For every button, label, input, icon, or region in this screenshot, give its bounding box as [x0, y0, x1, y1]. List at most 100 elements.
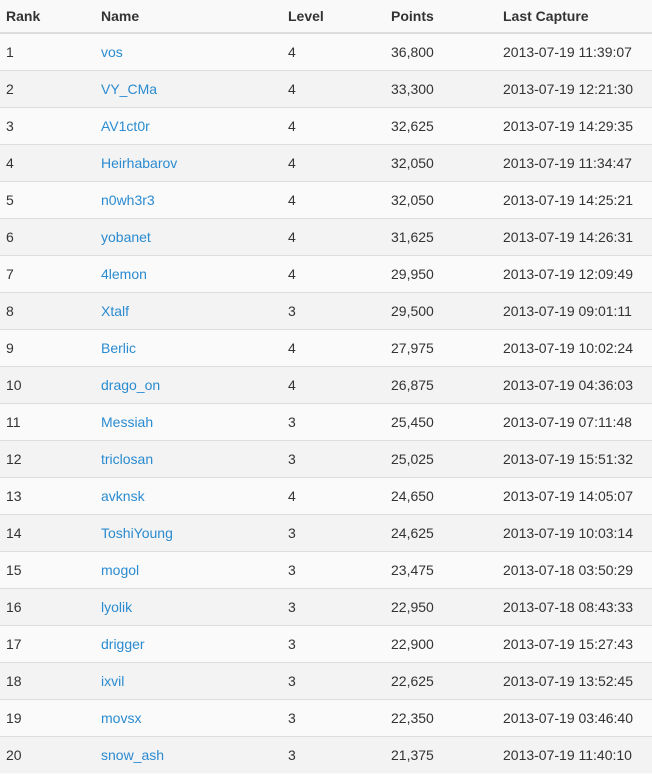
level-cell: 3: [288, 661, 391, 699]
player-link[interactable]: Berlic: [101, 340, 136, 356]
name-cell: triclosan: [101, 439, 288, 477]
rank-cell: 4: [0, 143, 101, 181]
rank-cell: 20: [0, 735, 101, 773]
name-cell: mogol: [101, 550, 288, 588]
points-cell: 21,375: [391, 735, 503, 773]
player-link[interactable]: lyolik: [101, 599, 132, 615]
rank-cell: 16: [0, 587, 101, 625]
level-cell: 4: [288, 328, 391, 366]
player-link[interactable]: Heirhabarov: [101, 155, 177, 171]
points-cell: 27,975: [391, 328, 503, 366]
points-cell: 36,800: [391, 32, 503, 70]
player-link[interactable]: VY_CMa: [101, 81, 157, 97]
table-row: 13 avknsk 4 24,650 2013-07-19 14:05:07: [0, 476, 652, 514]
player-link[interactable]: snow_ash: [101, 747, 164, 763]
level-cell: 3: [288, 735, 391, 773]
rank-cell: 3: [0, 106, 101, 144]
points-cell: 25,450: [391, 402, 503, 440]
points-cell: 33,300: [391, 69, 503, 107]
player-link[interactable]: movsx: [101, 710, 141, 726]
table-row: 8 Xtalf 3 29,500 2013-07-19 09:01:11: [0, 291, 652, 329]
last-capture-cell: 2013-07-18 08:43:33: [503, 587, 652, 625]
player-link[interactable]: Messiah: [101, 414, 153, 430]
last-capture-cell: 2013-07-19 14:26:31: [503, 217, 652, 255]
last-capture-cell: 2013-07-19 14:29:35: [503, 106, 652, 144]
level-cell: 4: [288, 217, 391, 255]
header-rank: Rank: [0, 0, 101, 34]
player-link[interactable]: AV1ct0r: [101, 118, 150, 134]
points-cell: 32,625: [391, 106, 503, 144]
table-row: 12 triclosan 3 25,025 2013-07-19 15:51:32: [0, 439, 652, 477]
level-cell: 3: [288, 513, 391, 551]
level-cell: 4: [288, 365, 391, 403]
table-row: 4 Heirhabarov 4 32,050 2013-07-19 11:34:47: [0, 143, 652, 181]
points-cell: 29,950: [391, 254, 503, 292]
last-capture-cell: 2013-07-19 09:01:11: [503, 291, 652, 329]
player-link[interactable]: yobanet: [101, 229, 151, 245]
rank-cell: 6: [0, 217, 101, 255]
rank-cell: 14: [0, 513, 101, 551]
name-cell: Berlic: [101, 328, 288, 366]
table-row: 17 drigger 3 22,900 2013-07-19 15:27:43: [0, 624, 652, 662]
player-link[interactable]: ToshiYoung: [101, 525, 173, 541]
table-row: 15 mogol 3 23,475 2013-07-18 03:50:29: [0, 550, 652, 588]
level-cell: 3: [288, 698, 391, 736]
player-link[interactable]: 4lemon: [101, 266, 147, 282]
level-cell: 4: [288, 32, 391, 70]
level-cell: 4: [288, 180, 391, 218]
name-cell: AV1ct0r: [101, 106, 288, 144]
points-cell: 29,500: [391, 291, 503, 329]
name-cell: snow_ash: [101, 735, 288, 773]
header-name: Name: [101, 0, 288, 34]
rank-cell: 11: [0, 402, 101, 440]
name-cell: drago_on: [101, 365, 288, 403]
rank-cell: 2: [0, 69, 101, 107]
name-cell: 4lemon: [101, 254, 288, 292]
level-cell: 3: [288, 587, 391, 625]
last-capture-cell: 2013-07-19 11:40:10: [503, 735, 652, 773]
player-link[interactable]: ixvil: [101, 673, 124, 689]
table-row: 7 4lemon 4 29,950 2013-07-19 12:09:49: [0, 254, 652, 292]
level-cell: 3: [288, 550, 391, 588]
table-row: 1 vos 4 36,800 2013-07-19 11:39:07: [0, 32, 652, 70]
points-cell: 25,025: [391, 439, 503, 477]
last-capture-cell: 2013-07-19 15:27:43: [503, 624, 652, 662]
points-cell: 22,350: [391, 698, 503, 736]
rank-cell: 19: [0, 698, 101, 736]
rank-cell: 18: [0, 661, 101, 699]
player-link[interactable]: drago_on: [101, 377, 160, 393]
rank-cell: 17: [0, 624, 101, 662]
player-link[interactable]: Xtalf: [101, 303, 129, 319]
header-level: Level: [288, 0, 391, 34]
player-link[interactable]: mogol: [101, 562, 139, 578]
name-cell: vos: [101, 32, 288, 70]
level-cell: 3: [288, 624, 391, 662]
scoreboard-table: Rank Name Level Points Last Capture 1 vos…: [0, 0, 652, 773]
player-link[interactable]: avknsk: [101, 488, 145, 504]
player-link[interactable]: triclosan: [101, 451, 153, 467]
player-link[interactable]: vos: [101, 44, 123, 60]
table-row: 6 yobanet 4 31,625 2013-07-19 14:26:31: [0, 217, 652, 255]
points-cell: 22,900: [391, 624, 503, 662]
header-row: Rank Name Level Points Last Capture: [0, 0, 652, 34]
rank-cell: 7: [0, 254, 101, 292]
rank-cell: 8: [0, 291, 101, 329]
last-capture-cell: 2013-07-19 03:46:40: [503, 698, 652, 736]
last-capture-cell: 2013-07-19 13:52:45: [503, 661, 652, 699]
name-cell: lyolik: [101, 587, 288, 625]
level-cell: 4: [288, 254, 391, 292]
player-link[interactable]: drigger: [101, 636, 145, 652]
last-capture-cell: 2013-07-19 14:05:07: [503, 476, 652, 514]
name-cell: Heirhabarov: [101, 143, 288, 181]
name-cell: drigger: [101, 624, 288, 662]
table-row: 5 n0wh3r3 4 32,050 2013-07-19 14:25:21: [0, 180, 652, 218]
header-last-capture: Last Capture: [503, 0, 652, 34]
player-link[interactable]: n0wh3r3: [101, 192, 155, 208]
points-cell: 22,950: [391, 587, 503, 625]
last-capture-cell: 2013-07-19 07:11:48: [503, 402, 652, 440]
last-capture-cell: 2013-07-19 14:25:21: [503, 180, 652, 218]
points-cell: 24,625: [391, 513, 503, 551]
table-row: 16 lyolik 3 22,950 2013-07-18 08:43:33: [0, 587, 652, 625]
level-cell: 4: [288, 476, 391, 514]
last-capture-cell: 2013-07-19 11:34:47: [503, 143, 652, 181]
